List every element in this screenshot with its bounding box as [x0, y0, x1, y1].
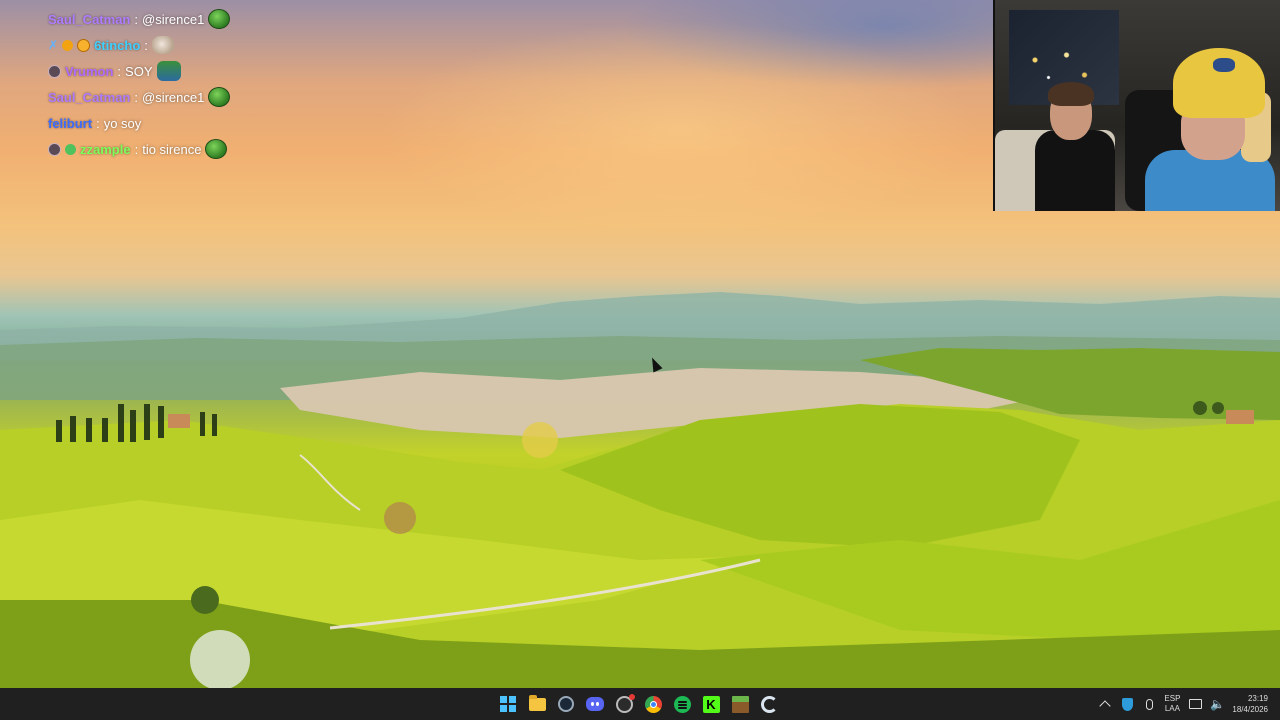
pepe-emote: [156, 61, 181, 81]
chat-username: 6tincho: [94, 37, 141, 53]
frog-emote: [208, 87, 231, 107]
orange-badge-2: [77, 38, 91, 52]
keyboard-layout: LAA: [1164, 704, 1180, 713]
grey-badge: [48, 64, 61, 78]
recording-dot-icon: [628, 693, 635, 700]
chat-text: yo soy: [103, 115, 142, 131]
discord-icon: [586, 697, 604, 711]
chat-username: feliburt: [48, 115, 93, 131]
obs-button[interactable]: [612, 692, 636, 716]
speaker-icon: 🔈: [1209, 697, 1225, 711]
chat-separator: :: [134, 89, 138, 105]
spotify-icon: [673, 695, 691, 713]
person-left-hair: [1048, 82, 1094, 106]
orange-badge: [62, 39, 74, 51]
chat-separator: :: [144, 37, 148, 53]
clock-button[interactable]: 23:19 18/4/2026: [1232, 693, 1268, 715]
clock-time: 23:19: [1247, 694, 1268, 703]
microphone-icon: [1145, 698, 1153, 710]
defender-tray-button[interactable]: [1120, 697, 1134, 711]
spotify-button[interactable]: [670, 692, 694, 716]
chat-text: SOY: [125, 63, 153, 79]
folder-icon: [528, 694, 546, 711]
kick-button[interactable]: K: [699, 692, 723, 716]
file-explorer-button[interactable]: [525, 692, 549, 716]
chat-message: zzample: tio sirence: [48, 136, 288, 162]
chat-message: Saul_Catman: @sirence1: [48, 84, 288, 110]
stream-chat-overlay: Saul_Catman: @sirence1 ✗ 6tincho: Vrumon…: [48, 6, 288, 162]
chat-username: Vrumon: [65, 63, 114, 79]
windows-icon: [500, 696, 516, 712]
chrome-button[interactable]: [641, 692, 665, 716]
chrome-icon: [644, 695, 662, 713]
chat-username: Saul_Catman: [48, 89, 131, 105]
chat-separator: :: [134, 11, 138, 27]
start-button[interactable]: [496, 692, 520, 716]
taskbar-apps: K: [496, 688, 781, 720]
person-left-body: [1035, 130, 1115, 211]
chat-separator: :: [117, 63, 122, 79]
discord-button[interactable]: [583, 692, 607, 716]
frog-emote: [208, 9, 231, 29]
chevron-up-icon: [1099, 700, 1112, 712]
beanie-logo: [1213, 58, 1235, 72]
volume-button[interactable]: 🔈: [1209, 697, 1225, 711]
ccleaner-icon: [760, 695, 778, 713]
grey-badge: [48, 142, 61, 156]
minecraft-button[interactable]: [728, 692, 752, 716]
system-tray: ESP LAA 🔈 23:19 18/4/2026: [1098, 688, 1280, 720]
kick-icon: K: [702, 695, 720, 713]
chat-username: zzample: [80, 141, 131, 157]
chat-message: Vrumon: SOY: [48, 58, 288, 84]
frog-emote: [205, 139, 228, 159]
steam-icon: [558, 696, 574, 712]
minecraft-icon: [731, 695, 749, 713]
language-code: ESP: [1164, 694, 1181, 703]
chat-message: feliburt: yo soy: [48, 110, 288, 136]
chat-separator: :: [134, 141, 139, 157]
show-hidden-icons-button[interactable]: [1098, 697, 1112, 712]
microphone-tray-button[interactable]: [1142, 697, 1156, 711]
taskbar: K ESP LAA 🔈 23:19 18/4/2026: [0, 688, 1280, 720]
chat-message: ✗ 6tincho:: [48, 32, 288, 58]
chat-separator: :: [96, 115, 100, 131]
dog-emote: [151, 36, 174, 54]
obs-icon: [615, 693, 635, 713]
input-language-button[interactable]: ESP LAA: [1164, 694, 1180, 714]
sword-badge: ✗: [48, 38, 59, 52]
webcam-overlay: [993, 0, 1280, 211]
steam-button[interactable]: [554, 692, 578, 716]
chat-text: @sirence1: [142, 11, 205, 27]
ccleaner-button[interactable]: [757, 692, 781, 716]
shield-icon: [1121, 697, 1133, 711]
chat-username: Saul_Catman: [48, 11, 131, 27]
chat-text: @sirence1: [142, 89, 205, 105]
green-badge: [65, 143, 76, 155]
chat-text: tio sirence: [142, 141, 202, 157]
monitor-icon: [1188, 699, 1202, 709]
chat-message: Saul_Catman: @sirence1: [48, 6, 288, 32]
display-tray-button[interactable]: [1188, 697, 1202, 711]
clock-date: 18/4/2026: [1232, 705, 1268, 714]
